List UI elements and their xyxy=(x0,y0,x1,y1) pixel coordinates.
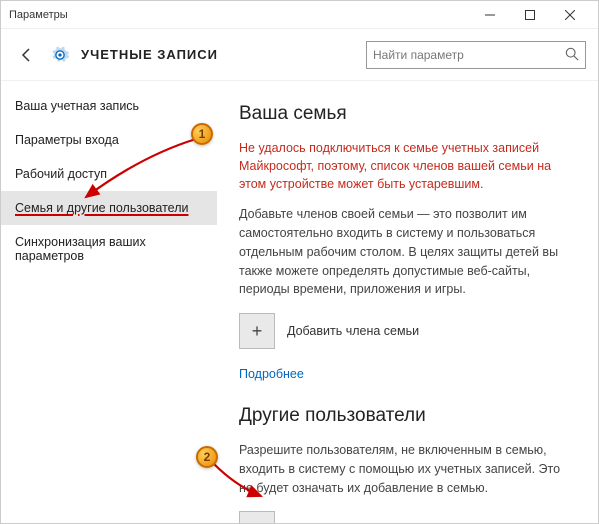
sidebar-item-signin-options[interactable]: Параметры входа xyxy=(1,123,217,157)
sidebar-item-your-account[interactable]: Ваша учетная запись xyxy=(1,89,217,123)
sidebar-item-sync-settings[interactable]: Синхронизация ваших параметров xyxy=(1,225,217,273)
family-connection-error: Не удалось подключиться к семье учетных … xyxy=(239,139,576,193)
content-area: Ваша учетная запись Параметры входа Рабо… xyxy=(1,81,598,523)
add-other-user-label: Добавить пользователя для этого компьюте… xyxy=(287,522,557,523)
add-other-user-row: + Добавить пользователя для этого компью… xyxy=(239,511,576,523)
app-header: УЧЕТНЫЕ ЗАПИСИ Найти параметр xyxy=(1,29,598,81)
family-description: Добавьте членов своей семьи — это позвол… xyxy=(239,205,576,299)
search-icon xyxy=(565,47,579,64)
plus-icon: + xyxy=(252,321,263,342)
window-titlebar: Параметры xyxy=(1,1,598,29)
other-users-heading: Другие пользователи xyxy=(239,405,576,427)
search-input[interactable]: Найти параметр xyxy=(366,41,586,69)
add-family-member-label: Добавить члена семьи xyxy=(287,324,419,338)
page-title: УЧЕТНЫЕ ЗАПИСИ xyxy=(81,47,366,62)
maximize-button[interactable] xyxy=(510,1,550,29)
gear-icon xyxy=(49,44,71,66)
sidebar-item-family-other-users[interactable]: Семья и другие пользователи xyxy=(1,191,217,225)
minimize-button[interactable] xyxy=(470,1,510,29)
other-users-description: Разрешите пользователям, не включенным в… xyxy=(239,441,576,497)
family-section-heading: Ваша семья xyxy=(239,103,576,125)
annotation-badge-1: 1 xyxy=(191,123,213,145)
close-button[interactable] xyxy=(550,1,590,29)
window-title: Параметры xyxy=(9,9,470,21)
add-family-member-row: + Добавить члена семьи xyxy=(239,313,576,349)
back-button[interactable] xyxy=(13,41,41,69)
sidebar-item-work-access[interactable]: Рабочий доступ xyxy=(1,157,217,191)
plus-icon: + xyxy=(252,519,263,523)
sidebar: Ваша учетная запись Параметры входа Рабо… xyxy=(1,81,217,523)
search-placeholder: Найти параметр xyxy=(373,48,464,62)
add-family-member-button[interactable]: + xyxy=(239,313,275,349)
annotation-badge-2: 2 xyxy=(196,446,218,468)
learn-more-link[interactable]: Подробнее xyxy=(239,367,576,381)
main-panel: Ваша семья Не удалось подключиться к сем… xyxy=(217,81,598,523)
add-other-user-button[interactable]: + xyxy=(239,511,275,523)
